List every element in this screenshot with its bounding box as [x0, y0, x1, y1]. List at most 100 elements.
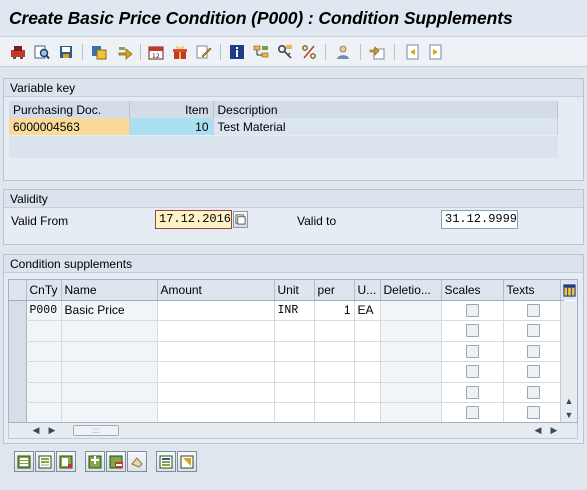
cell-per[interactable]: [314, 402, 355, 422]
deselect-all-button[interactable]: [56, 451, 76, 472]
cell-unit[interactable]: [274, 402, 315, 422]
checkbox[interactable]: [526, 385, 540, 399]
cell-texts[interactable]: [503, 402, 564, 422]
select-block-button[interactable]: [35, 451, 55, 472]
column-header-scales[interactable]: Scales: [441, 280, 504, 301]
table-row[interactable]: [9, 382, 564, 403]
next-page-icon[interactable]: [427, 43, 445, 61]
cell-scales[interactable]: [441, 320, 504, 342]
cell-texts[interactable]: [503, 361, 564, 383]
table-row[interactable]: [9, 361, 564, 383]
table-row[interactable]: [9, 341, 564, 362]
calendar-help-button[interactable]: [233, 211, 248, 228]
document-search-icon[interactable]: [33, 43, 51, 61]
info-icon[interactable]: [228, 43, 246, 61]
row-selector[interactable]: [9, 341, 27, 362]
checkbox[interactable]: [526, 365, 540, 379]
undo-button[interactable]: [127, 451, 147, 472]
scroll-right-end-icon[interactable]: ▶: [547, 423, 561, 438]
horizontal-scrollbar[interactable]: ◀ ▶ ::: ◀ ▶: [8, 423, 578, 439]
scroll-up-icon[interactable]: ▲: [561, 394, 577, 408]
delete-row-button[interactable]: [106, 451, 126, 472]
checkbox[interactable]: [465, 324, 479, 338]
cell-amount[interactable]: [157, 300, 275, 321]
cell-unit[interactable]: [274, 320, 315, 342]
cell-scales[interactable]: [441, 361, 504, 383]
cell-uom[interactable]: [354, 361, 381, 383]
checkbox[interactable]: [465, 344, 479, 358]
scroll-down-icon[interactable]: ▼: [561, 408, 577, 422]
column-header-name[interactable]: Name: [61, 280, 158, 301]
calendar-icon[interactable]: 12: [147, 43, 165, 61]
column-header-unit[interactable]: Unit: [274, 280, 315, 301]
table-settings-button[interactable]: [560, 280, 577, 300]
checkbox[interactable]: [526, 406, 540, 420]
cell-unit[interactable]: [274, 341, 315, 362]
cell-amount[interactable]: [157, 320, 275, 342]
scroll-right-icon[interactable]: ▶: [45, 423, 59, 438]
row-selector[interactable]: [9, 300, 27, 321]
cell-unit[interactable]: [274, 361, 315, 383]
cell-amount[interactable]: [157, 341, 275, 362]
scroll-left-icon[interactable]: ◀: [29, 423, 43, 438]
cell-texts[interactable]: [503, 341, 564, 362]
cell-amount[interactable]: [157, 382, 275, 403]
checkbox[interactable]: [526, 344, 540, 358]
vertical-scrollbar[interactable]: ▲ ▼: [560, 301, 577, 422]
hierarchy-icon[interactable]: [252, 43, 270, 61]
select-all-button[interactable]: [14, 451, 34, 472]
cell-per[interactable]: [314, 361, 355, 383]
cell-texts[interactable]: [503, 320, 564, 342]
cell-scales[interactable]: [441, 341, 504, 362]
details-button[interactable]: [156, 451, 176, 472]
cell-uom[interactable]: [354, 402, 381, 422]
cell-cnty[interactable]: [26, 341, 62, 362]
cell-scales[interactable]: [441, 382, 504, 403]
cell-cnty[interactable]: [26, 402, 62, 422]
cell-cnty[interactable]: [26, 361, 62, 383]
cell-per[interactable]: [314, 382, 355, 403]
condition-icon[interactable]: [9, 43, 27, 61]
cell-unit[interactable]: INR: [274, 300, 315, 321]
checkbox[interactable]: [465, 385, 479, 399]
valid-from-input[interactable]: 17.12.2016: [155, 210, 232, 229]
prev-page-icon[interactable]: [403, 43, 421, 61]
column-header-texts[interactable]: Texts: [503, 280, 564, 301]
table-row[interactable]: [9, 320, 564, 342]
column-header-cnty[interactable]: CnTy: [26, 280, 62, 301]
cell-texts[interactable]: [503, 300, 564, 321]
horizontal-scroll-thumb[interactable]: :::: [73, 425, 119, 436]
row-selector[interactable]: [9, 320, 27, 342]
cell-texts[interactable]: [503, 382, 564, 403]
row-selector-header[interactable]: [9, 280, 27, 301]
checkbox[interactable]: [465, 406, 479, 420]
cell-per[interactable]: 1: [314, 300, 355, 321]
table-row[interactable]: P000 Basic Price INR 1 EA: [9, 300, 564, 321]
save-local-icon[interactable]: [57, 43, 75, 61]
copy-icon[interactable]: [90, 43, 108, 61]
checkbox[interactable]: [526, 303, 540, 317]
cell-uom[interactable]: [354, 382, 381, 403]
row-selector[interactable]: [9, 361, 27, 383]
cell-amount[interactable]: [157, 361, 275, 383]
cell-scales[interactable]: [441, 300, 504, 321]
column-header-amount[interactable]: Amount: [157, 280, 275, 301]
percent-icon[interactable]: [300, 43, 318, 61]
cell-cnty[interactable]: [26, 382, 62, 403]
insert-row-button[interactable]: [85, 451, 105, 472]
cell-amount[interactable]: [157, 402, 275, 422]
valid-to-input[interactable]: 31.12.9999: [441, 210, 518, 229]
checkbox[interactable]: [526, 324, 540, 338]
cell-uom[interactable]: EA: [354, 300, 381, 321]
column-header-uom[interactable]: U...: [354, 280, 381, 301]
column-header-per[interactable]: per: [314, 280, 355, 301]
person-icon[interactable]: [334, 43, 352, 61]
cell-per[interactable]: [314, 320, 355, 342]
row-selector[interactable]: [9, 402, 27, 422]
column-header-deletion[interactable]: Deletio...: [380, 280, 442, 301]
checkbox[interactable]: [465, 365, 479, 379]
row-selector[interactable]: [9, 382, 27, 403]
cell-scales[interactable]: [441, 402, 504, 422]
edit-icon[interactable]: [195, 43, 213, 61]
choose-button[interactable]: [177, 451, 197, 472]
